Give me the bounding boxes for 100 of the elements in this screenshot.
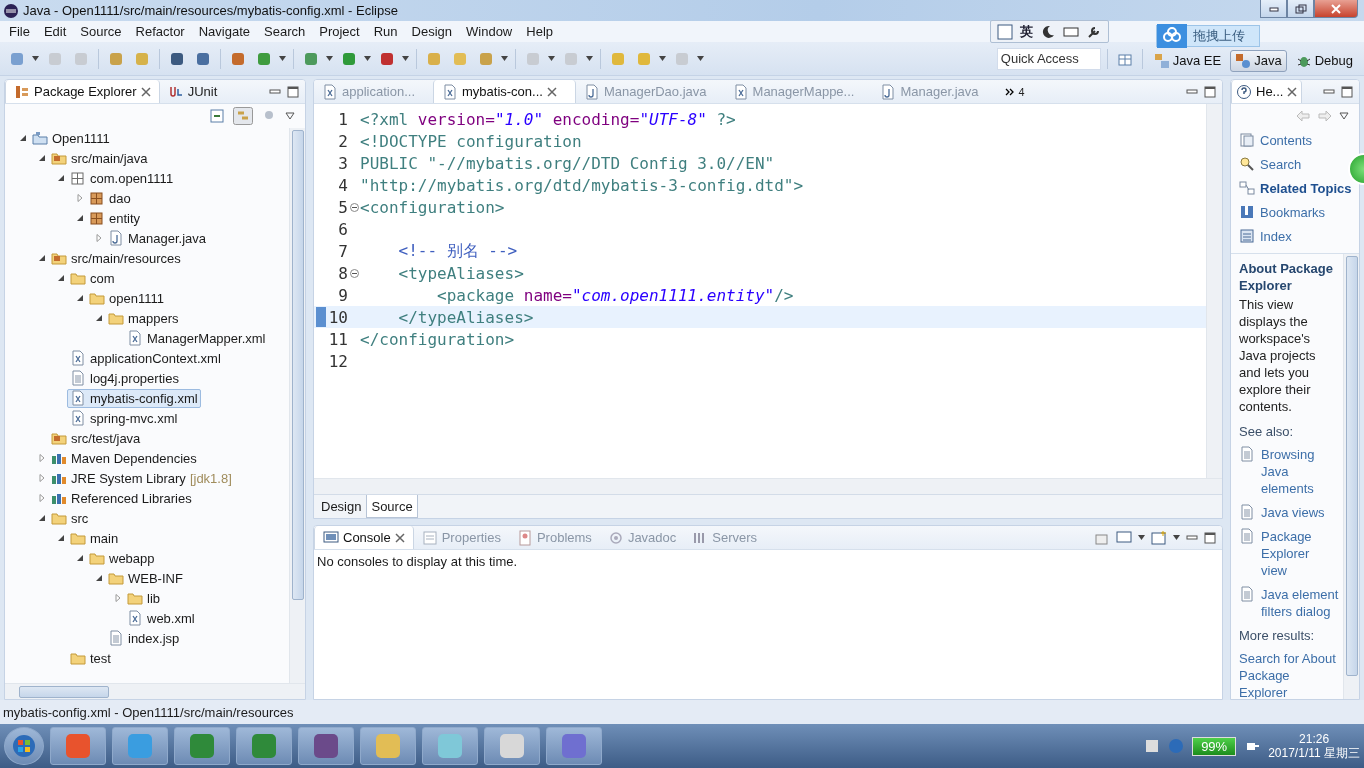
- taskbar-app-button[interactable]: [174, 727, 230, 765]
- quick-access-field[interactable]: Quick Access: [996, 47, 1101, 70]
- perspective-button[interactable]: Debug: [1290, 49, 1358, 72]
- taskbar-app-button[interactable]: [422, 727, 478, 765]
- menu-item[interactable]: Edit: [36, 24, 74, 39]
- perspective-button[interactable]: Java EE: [1148, 49, 1227, 72]
- help-link[interactable]: Package Explorer view: [1239, 528, 1339, 579]
- tree-item[interactable]: com: [67, 268, 118, 288]
- help-link[interactable]: Index: [1239, 224, 1292, 248]
- tree-item[interactable]: src/main/resources: [48, 248, 184, 268]
- tree-item[interactable]: dao: [86, 188, 134, 208]
- dropdown-caret-icon: [1138, 535, 1145, 540]
- dropdown-caret-icon: [279, 56, 286, 61]
- close-button[interactable]: [1314, 0, 1358, 18]
- help-link[interactable]: Contents: [1239, 128, 1313, 152]
- taskbar-app-button[interactable]: [546, 727, 602, 765]
- tree-item[interactable]: entity: [86, 208, 144, 228]
- help-link[interactable]: Related Topics: [1239, 176, 1352, 200]
- tree-item[interactable]: com.open1111: [67, 168, 177, 188]
- tree-item[interactable]: applicationContext.xml: [67, 348, 224, 368]
- tree-item[interactable]: src/main/java: [48, 148, 151, 168]
- menu-item[interactable]: Navigate: [191, 24, 257, 39]
- code-line: <!DOCTYPE configuration: [360, 131, 582, 151]
- tree-item[interactable]: ManagerMapper.xml: [124, 328, 269, 348]
- editor-mode-tab[interactable]: Source: [366, 495, 418, 518]
- code-line: </typeAliases>: [397, 307, 534, 327]
- help-link[interactable]: Browsing Java elements: [1239, 446, 1339, 497]
- clock-time: 21:26: [1299, 732, 1330, 746]
- tree-item[interactable]: mybatis-config.xml: [67, 388, 201, 408]
- tree-item[interactable]: Open1111: [29, 128, 113, 148]
- editor-tab[interactable]: mybatis-con...: [433, 80, 576, 103]
- taskbar-app-button[interactable]: [112, 727, 168, 765]
- tree-item[interactable]: src: [48, 508, 92, 528]
- tree-item[interactable]: open1111: [86, 288, 167, 308]
- menu-item[interactable]: Search: [257, 24, 313, 39]
- horizontal-scrollbar[interactable]: [314, 478, 1222, 494]
- menu-item[interactable]: Run: [366, 24, 405, 39]
- tree-item[interactable]: WEB-INF: [105, 568, 186, 588]
- restore-button[interactable]: [1287, 0, 1314, 18]
- help-link[interactable]: Search: [1239, 152, 1302, 176]
- start-button[interactable]: [4, 727, 44, 765]
- menu-item[interactable]: Design: [404, 24, 459, 39]
- tree-item[interactable]: Manager.java: [105, 228, 210, 248]
- view-tab[interactable]: JUnit: [159, 80, 226, 103]
- menu-item[interactable]: File: [2, 24, 37, 39]
- tree-item[interactable]: Maven Dependencies: [48, 448, 200, 468]
- app-icon: [65, 733, 91, 759]
- tree-item[interactable]: web.xml: [124, 608, 198, 628]
- view-tab[interactable]: Package Explorer: [5, 80, 160, 103]
- tree-item[interactable]: webapp: [86, 548, 158, 568]
- properties-icon: [421, 529, 438, 546]
- help-link[interactable]: Java element filters dialog: [1239, 586, 1339, 620]
- vertical-scrollbar[interactable]: [1206, 104, 1222, 478]
- upload-button[interactable]: 拖拽上传: [1156, 25, 1260, 47]
- help-link[interactable]: Search for About Package Explorer: [1239, 650, 1339, 699]
- tree-item[interactable]: Referenced Libraries: [48, 488, 195, 508]
- vertical-scrollbar[interactable]: [289, 128, 305, 683]
- cloud-icon: [1157, 24, 1187, 48]
- minimize-button[interactable]: [1260, 0, 1287, 18]
- menu-item[interactable]: Window: [459, 24, 520, 39]
- editor-mode-tab[interactable]: Design: [316, 495, 367, 518]
- horizontal-scrollbar[interactable]: [5, 683, 305, 699]
- taskbar-app-button[interactable]: [360, 727, 416, 765]
- taskbar-app-button[interactable]: [298, 727, 354, 765]
- tree-item[interactable]: test: [67, 648, 114, 668]
- dropdown-caret-icon: [402, 56, 409, 61]
- menu-item[interactable]: Project: [312, 24, 367, 39]
- view-tab[interactable]: Console: [314, 526, 414, 549]
- package-explorer-icon: [14, 83, 30, 100]
- java-perspective-icon: [1235, 52, 1252, 69]
- taskbar-app-button[interactable]: [50, 727, 106, 765]
- tree-item[interactable]: JRE System Library [jdk1.8]: [48, 468, 235, 488]
- tree-item[interactable]: src/test/java: [48, 428, 144, 448]
- close-icon: [546, 86, 557, 97]
- view-tab[interactable]: He...: [1231, 80, 1303, 103]
- tree-item[interactable]: main: [67, 528, 122, 548]
- line-number: 1: [337, 109, 348, 129]
- line-number: 11: [327, 329, 348, 349]
- tree-item[interactable]: log4j.properties: [67, 368, 182, 388]
- taskbar-app-button[interactable]: [236, 727, 292, 765]
- more-results-label: More results:: [1239, 627, 1316, 644]
- tree-item[interactable]: spring-mvc.xml: [67, 408, 181, 428]
- tree-item[interactable]: mappers: [105, 308, 182, 328]
- more-tabs-button[interactable]: 4: [996, 80, 1033, 103]
- dropdown-caret-icon: [697, 56, 704, 61]
- taskbar-app-button[interactable]: [484, 727, 540, 765]
- forward-arrow-icon: [1317, 108, 1333, 124]
- help-link[interactable]: Bookmarks: [1239, 200, 1326, 224]
- book-icon: [1239, 132, 1255, 148]
- tree-item[interactable]: lib: [124, 588, 163, 608]
- perspective-button[interactable]: Java: [1230, 49, 1287, 72]
- xml-file-icon: [732, 83, 749, 100]
- menu-item[interactable]: Source: [73, 24, 129, 39]
- menu-item[interactable]: Help: [519, 24, 560, 39]
- javaee-perspective-icon: [1153, 52, 1170, 69]
- help-link[interactable]: Java views: [1239, 504, 1339, 521]
- menu-item[interactable]: Refactor: [128, 24, 192, 39]
- tree-item[interactable]: index.jsp: [105, 628, 183, 648]
- console-message: No consoles to display at this time.: [317, 554, 518, 569]
- vertical-scrollbar[interactable]: [1343, 254, 1359, 699]
